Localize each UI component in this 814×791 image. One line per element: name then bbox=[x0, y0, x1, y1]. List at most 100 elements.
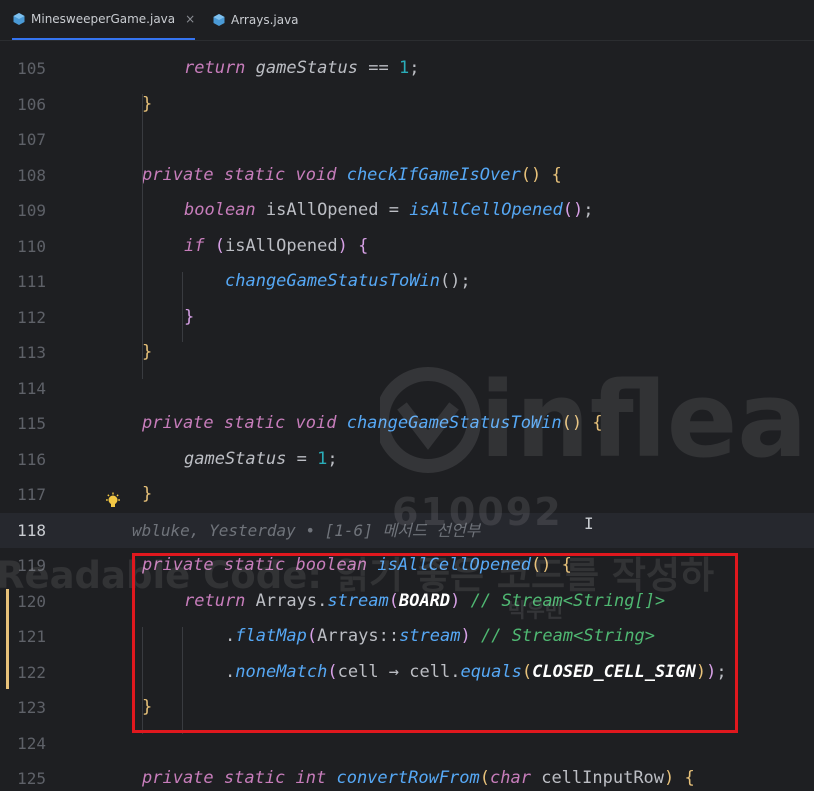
code-token: isAllCellOpened bbox=[409, 200, 563, 220]
line-number[interactable]: 105 bbox=[0, 51, 46, 87]
code-line[interactable]: 106} bbox=[0, 87, 814, 123]
tab-arrays[interactable]: Arrays.java bbox=[212, 0, 299, 40]
line-number[interactable]: 123 bbox=[0, 690, 46, 726]
text-cursor-icon: I bbox=[584, 514, 594, 533]
code-line[interactable]: 125 private static int convertRowFrom(cha… bbox=[0, 761, 814, 791]
line-number[interactable]: 124 bbox=[0, 726, 46, 762]
code-line[interactable]: 117} bbox=[0, 477, 814, 513]
indent-guide bbox=[142, 94, 143, 379]
code-line[interactable]: 110 if (isAllOpened) { bbox=[0, 229, 814, 265]
line-number[interactable]: 112 bbox=[0, 300, 46, 336]
code-token: private static void bbox=[142, 164, 347, 185]
vcs-change-marker[interactable] bbox=[6, 589, 9, 689]
tab-minesweeper-game[interactable]: MinesweeperGame.java × bbox=[12, 0, 196, 40]
code-line[interactable]: 113} bbox=[0, 335, 814, 371]
line-number[interactable]: 107 bbox=[0, 122, 46, 158]
code-line[interactable]: 116 gameStatus = 1; bbox=[0, 442, 814, 478]
code-line[interactable]: 107 bbox=[0, 122, 814, 158]
code-token: return bbox=[184, 58, 256, 78]
code-token: } bbox=[142, 484, 153, 504]
code-text: } bbox=[184, 300, 194, 336]
code-token: { bbox=[551, 164, 562, 185]
code-token: cellInputRow bbox=[541, 768, 665, 788]
line-number[interactable]: 111 bbox=[0, 264, 46, 300]
code-token: ; bbox=[409, 58, 420, 78]
code-token: gameStatus bbox=[255, 58, 369, 78]
code-token: { bbox=[684, 768, 695, 788]
line-number[interactable]: 108 bbox=[0, 158, 46, 194]
code-token: () bbox=[520, 164, 542, 185]
code-token: == bbox=[368, 58, 399, 78]
code-token: private static int bbox=[142, 768, 337, 788]
code-token: } bbox=[184, 306, 195, 327]
editor-tab-bar: MinesweeperGame.java × Arrays.java bbox=[0, 0, 814, 41]
tab-label: MinesweeperGame.java bbox=[31, 12, 176, 26]
code-text: private static void changeGameStatusToWi… bbox=[142, 406, 603, 442]
git-blame-inlay-hint[interactable]: wbluke, Yesterday • [1-6] 메서드 선언부 bbox=[132, 513, 480, 549]
code-text: if (isAllOpened) { bbox=[184, 229, 368, 265]
line-number[interactable]: 110 bbox=[0, 229, 46, 265]
code-text: private static int convertRowFrom(char c… bbox=[142, 761, 695, 791]
line-number[interactable]: 118 bbox=[0, 513, 46, 549]
code-token: changeGameStatusToWin bbox=[346, 413, 562, 433]
code-token: convertRowFrom bbox=[336, 768, 480, 788]
code-token: boolean bbox=[184, 200, 266, 220]
code-token: ( bbox=[214, 235, 225, 256]
code-token: 1 bbox=[398, 58, 410, 78]
code-token: ( bbox=[479, 768, 491, 788]
code-line[interactable]: 105 return gameStatus == 1; bbox=[0, 51, 814, 87]
line-number[interactable]: 116 bbox=[0, 442, 46, 478]
code-token: } bbox=[142, 93, 153, 114]
indent-guide bbox=[182, 272, 183, 342]
line-number[interactable]: 125 bbox=[0, 761, 46, 791]
code-token: } bbox=[142, 342, 153, 362]
code-token: ; bbox=[583, 200, 594, 220]
line-number[interactable]: 117 bbox=[0, 477, 46, 513]
tab-close-icon[interactable]: × bbox=[185, 12, 195, 26]
code-line[interactable]: 115 private static void changeGameStatusT… bbox=[0, 406, 814, 442]
code-line[interactable]: 118 wbluke, Yesterday • [1-6] 메서드 선언부 bbox=[0, 512, 814, 549]
code-token: ) bbox=[337, 235, 348, 256]
code-token: (); bbox=[439, 271, 471, 291]
code-token: private static void bbox=[142, 413, 347, 433]
code-token: checkIfGameIsOver bbox=[346, 164, 521, 185]
code-token: isAllOpened = bbox=[265, 200, 410, 220]
code-line[interactable]: 114 bbox=[0, 371, 814, 407]
line-number[interactable]: 106 bbox=[0, 87, 46, 123]
code-line[interactable]: 111 changeGameStatusToWin(); bbox=[0, 264, 814, 300]
code-token: gameStatus bbox=[184, 448, 297, 469]
code-token: isAllOpened bbox=[224, 235, 338, 256]
code-text: } bbox=[142, 335, 152, 371]
code-token: ; bbox=[327, 448, 338, 469]
code-text: private static void checkIfGameIsOver() … bbox=[142, 158, 562, 194]
line-number[interactable]: 119 bbox=[0, 548, 46, 584]
code-token: 1 bbox=[317, 448, 328, 469]
code-text: boolean isAllOpened = isAllCellOpened(); bbox=[184, 193, 593, 229]
tab-label: Arrays.java bbox=[231, 13, 299, 27]
line-number[interactable]: 115 bbox=[0, 406, 46, 442]
code-line[interactable]: 108 private static void checkIfGameIsOver… bbox=[0, 158, 814, 194]
code-token: ) bbox=[664, 768, 675, 788]
code-line[interactable]: 109 boolean isAllOpened = isAllCellOpened… bbox=[0, 193, 814, 229]
code-token: char bbox=[490, 768, 542, 788]
code-token: { bbox=[592, 413, 603, 433]
code-line[interactable]: 112} bbox=[0, 300, 814, 336]
code-text: } bbox=[142, 87, 152, 123]
line-number[interactable]: 113 bbox=[0, 335, 46, 371]
code-token: () bbox=[562, 200, 584, 220]
code-text: return gameStatus == 1; bbox=[184, 51, 419, 87]
code-token: { bbox=[358, 235, 369, 256]
code-text: changeGameStatusToWin(); bbox=[225, 264, 471, 300]
java-class-icon bbox=[13, 13, 25, 25]
line-number[interactable]: 114 bbox=[0, 371, 46, 407]
code-token: () bbox=[561, 413, 583, 433]
line-number[interactable]: 109 bbox=[0, 193, 46, 229]
code-text: gameStatus = 1; bbox=[184, 442, 338, 478]
code-token: = bbox=[296, 448, 318, 469]
code-token: changeGameStatusToWin bbox=[225, 271, 440, 291]
lightbulb-icon[interactable] bbox=[104, 492, 122, 510]
